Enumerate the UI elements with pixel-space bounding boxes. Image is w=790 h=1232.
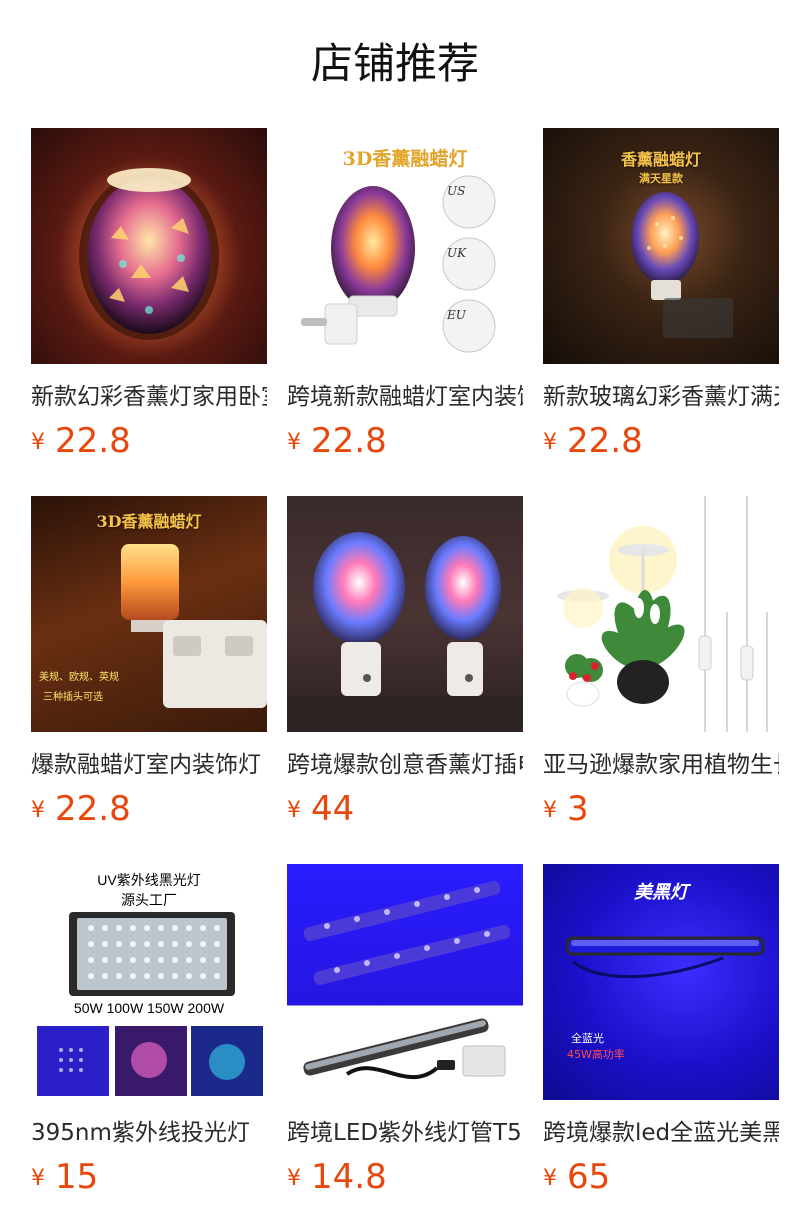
uv-tube-light-image[interactable] <box>287 864 523 1100</box>
image-note-line1: 美规、欧规、英规 <box>39 672 119 683</box>
product-name[interactable]: 跨境新款融蜡灯室内装饰 <box>287 380 523 414</box>
product-name[interactable]: 395nm紫外线投光灯 <box>31 1116 267 1150</box>
currency-symbol: ¥ <box>287 1166 301 1191</box>
product-card[interactable]: 3D香薰融蜡灯 美规、欧规、英规 三种插头可选 爆款融蜡灯室内装饰灯 ¥ 22.… <box>31 496 267 830</box>
product-name[interactable]: 新款幻彩香薰灯家用卧室 <box>31 380 267 414</box>
square-wax-melt-lamp-image[interactable]: 3D香薰融蜡灯 美规、欧规、英规 三种插头可选 <box>31 496 267 732</box>
product-card[interactable]: 跨境LED紫外线灯管T5 ¥14.8 <box>287 864 523 1198</box>
product-grid: 新款幻彩香薰灯家用卧室 ¥22.8 3D香薰融蜡灯 US UK EU 跨境新款融… <box>0 0 790 1232</box>
price-amount: 22.8 <box>55 789 131 829</box>
uv-flood-light-image[interactable]: UV紫外线黑光灯 源头工厂 50W 100W 150W 200W <box>31 864 267 1100</box>
blue-light-bar-illustration <box>565 936 765 979</box>
image-note-line1: 全蓝光 <box>571 1032 604 1045</box>
price-amount: 65 <box>567 1157 611 1197</box>
image-note-line2: 45W高功率 <box>567 1048 625 1061</box>
aroma-lamp-illustration <box>79 168 219 340</box>
starry-aroma-lamp-illustration <box>631 192 733 338</box>
product-price: ¥22.8 <box>543 420 779 462</box>
product-name[interactable]: 跨境爆款led全蓝光美黑灯 <box>543 1116 779 1150</box>
price-amount: 14.8 <box>311 1157 387 1197</box>
product-price: ¥22.8 <box>31 788 267 830</box>
twin-aroma-lamps-illustration <box>287 532 523 732</box>
currency-symbol: ¥ <box>287 798 301 823</box>
uv-flood-light-illustration <box>37 912 263 1096</box>
product-card[interactable]: 亚马逊爆款家用植物生长灯 ¥3 <box>543 496 779 830</box>
product-price: ¥65 <box>543 1156 779 1198</box>
currency-symbol: ¥ <box>543 1166 557 1191</box>
product-card[interactable]: 香薰融蜡灯 满天星款 新款玻璃幻彩香薰灯满 ¥ 22.8 <box>543 128 779 462</box>
starry-aroma-lamp-image[interactable]: 香薰融蜡灯 满天星款 <box>543 128 779 364</box>
wax-melt-lamp-image[interactable]: 3D香薰融蜡灯 US UK EU <box>287 128 523 364</box>
product-price: ¥3 <box>543 788 779 830</box>
product-card[interactable]: 3D香薰融蜡灯 US UK EU 跨境新款融蜡灯室内装饰 ¥ 22.8 <box>287 128 523 462</box>
product-name[interactable]: 跨境LED紫外线灯管T5 <box>287 1116 523 1150</box>
product-card[interactable]: 美黑灯 全蓝光 45W高功率 跨境爆款led全蓝光美黑灯 ¥65 <box>543 864 779 1198</box>
product-price: ¥44 <box>287 788 523 830</box>
currency-symbol: ¥ <box>543 430 557 455</box>
product-price: ¥22.8 <box>287 420 523 462</box>
product-card[interactable]: 跨境爆款创意香薰灯插电 ¥44 <box>287 496 523 830</box>
currency-symbol: ¥ <box>31 430 45 455</box>
price-amount: 44 <box>311 789 355 829</box>
aroma-lamp-image[interactable] <box>31 128 267 364</box>
price-amount: 22.8 <box>567 421 643 461</box>
plug-label-us: US <box>447 184 466 198</box>
blue-light-bar-image[interactable]: 美黑灯 全蓝光 45W高功率 <box>543 864 779 1100</box>
image-wattages: 50W 100W 150W 200W <box>73 1000 225 1016</box>
product-name[interactable]: 跨境爆款创意香薰灯插电 <box>287 748 523 782</box>
plug-label-eu: EU <box>447 308 466 322</box>
currency-symbol: ¥ <box>287 430 301 455</box>
price-amount: 15 <box>55 1157 99 1197</box>
plug-label-uk: UK <box>447 246 467 260</box>
uv-tube-light-illustration <box>303 881 511 1080</box>
product-price: ¥15 <box>31 1156 267 1198</box>
currency-symbol: ¥ <box>31 798 45 823</box>
twin-aroma-lamps-image[interactable] <box>287 496 523 732</box>
price-amount: 22.8 <box>55 421 131 461</box>
currency-symbol: ¥ <box>31 1166 45 1191</box>
plant-grow-light-image[interactable] <box>543 496 779 732</box>
plant-grow-light-illustration <box>557 496 768 732</box>
price-amount: 22.8 <box>311 421 387 461</box>
product-card[interactable]: 新款幻彩香薰灯家用卧室 ¥22.8 <box>31 128 267 462</box>
product-card[interactable]: UV紫外线黑光灯 源头工厂 50W 100W 150W 200W 395nm紫外… <box>31 864 267 1198</box>
price-amount: 3 <box>567 789 589 829</box>
product-name[interactable]: 爆款融蜡灯室内装饰灯 <box>31 748 267 782</box>
currency-symbol: ¥ <box>543 798 557 823</box>
product-name[interactable]: 新款玻璃幻彩香薰灯满天星 <box>543 380 779 414</box>
wax-melt-lamp-illustration <box>301 175 496 353</box>
product-price: ¥14.8 <box>287 1156 523 1198</box>
product-price: ¥22.8 <box>31 420 267 462</box>
product-name[interactable]: 亚马逊爆款家用植物生长灯 <box>543 748 779 782</box>
image-note-line2: 三种插头可选 <box>43 692 103 703</box>
